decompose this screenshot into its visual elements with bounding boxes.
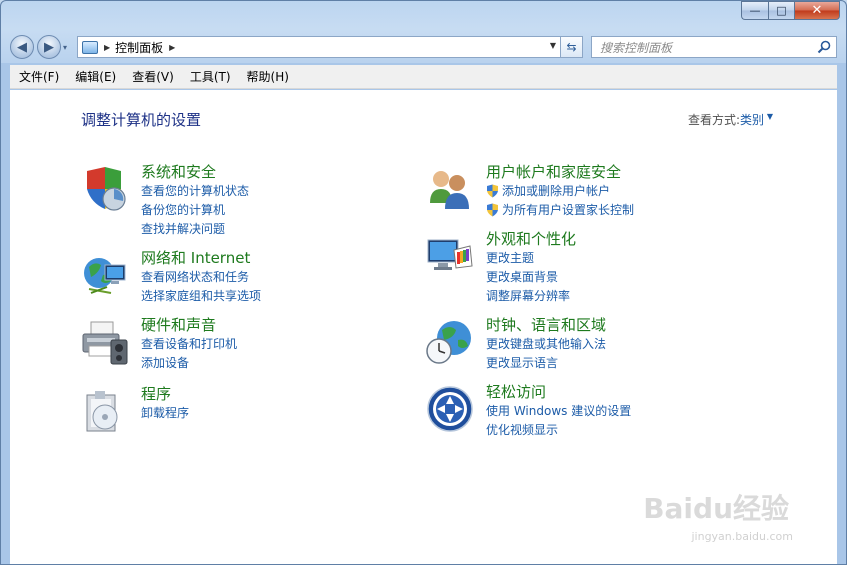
breadcrumb-control-panel[interactable]: 控制面板 — [115, 39, 163, 56]
clock-globe-icon[interactable] — [426, 318, 474, 366]
breadcrumb-separator[interactable]: ▶ — [104, 43, 110, 52]
link-adjust-resolution[interactable]: 调整屏幕分辨率 — [486, 287, 570, 306]
link-optimize-display[interactable]: 优化视频显示 — [486, 421, 631, 440]
search-icon[interactable] — [817, 40, 831, 54]
uac-shield-icon — [487, 203, 498, 217]
link-backup-computer[interactable]: 备份您的计算机 — [141, 201, 249, 220]
page-title: 调整计算机的设置 — [81, 111, 202, 129]
category-links: 更改键盘或其他输入法 更改显示语言 — [486, 335, 606, 373]
menu-file[interactable]: 文件(F) — [11, 68, 67, 85]
network-globe-icon[interactable] — [81, 251, 129, 299]
category-title[interactable]: 轻松访问 — [486, 381, 546, 402]
monitor-palette-icon[interactable] — [426, 232, 474, 280]
category-title[interactable]: 用户帐户和家庭安全 — [486, 161, 621, 182]
link-homegroup-sharing[interactable]: 选择家庭组和共享选项 — [141, 287, 261, 306]
link-view-computer-status[interactable]: 查看您的计算机状态 — [141, 182, 249, 201]
category-links: 查看设备和打印机 添加设备 — [141, 335, 237, 373]
back-button[interactable]: ◀ — [10, 35, 34, 59]
category-title[interactable]: 外观和个性化 — [486, 228, 576, 249]
link-text[interactable]: 为所有用户设置家长控制 — [502, 203, 634, 217]
uac-shield-icon — [487, 184, 498, 198]
link-change-display-language[interactable]: 更改显示语言 — [486, 354, 606, 373]
view-by-dropdown[interactable]: 类别 — [740, 111, 764, 128]
address-bar[interactable]: ▶ 控制面板 ▶ ▼ — [77, 36, 561, 58]
printer-icon[interactable] — [81, 318, 129, 366]
view-by-arrow-icon[interactable]: ▼ — [767, 112, 773, 121]
address-dropdown-icon[interactable]: ▼ — [550, 41, 556, 50]
link-change-keyboard[interactable]: 更改键盘或其他输入法 — [486, 335, 606, 354]
link-view-devices-printers[interactable]: 查看设备和打印机 — [141, 335, 237, 354]
refresh-button[interactable]: ⇆ — [561, 36, 583, 58]
forward-button[interactable]: ▶ — [37, 35, 61, 59]
link-add-remove-accounts[interactable]: 添加或删除用户帐户 — [486, 182, 634, 201]
link-parental-controls[interactable]: 为所有用户设置家长控制 — [486, 201, 634, 220]
menu-bar: 文件(F) 编辑(E) 查看(V) 工具(T) 帮助(H) — [10, 65, 837, 89]
category-links: 更改主题 更改桌面背景 调整屏幕分辨率 — [486, 249, 570, 306]
breadcrumb-separator[interactable]: ▶ — [169, 43, 175, 52]
link-text[interactable]: 添加或删除用户帐户 — [502, 184, 610, 198]
minimize-button[interactable]: — — [741, 1, 768, 20]
link-view-network-status[interactable]: 查看网络状态和任务 — [141, 268, 261, 287]
menu-view[interactable]: 查看(V) — [124, 68, 182, 85]
maximize-button[interactable]: □ — [768, 1, 794, 20]
category-title[interactable]: 时钟、语言和区域 — [486, 314, 606, 335]
recent-pages-dropdown[interactable]: ▾ — [63, 43, 73, 52]
link-find-fix-problems[interactable]: 查找并解决问题 — [141, 220, 249, 239]
category-links: 查看网络状态和任务 选择家庭组和共享选项 — [141, 268, 261, 306]
category-links: 卸载程序 — [141, 404, 189, 423]
watermark-url: jingyan.baidu.com — [691, 530, 793, 543]
caption-buttons: — □ ✕ — [741, 1, 840, 21]
control-panel-window: — □ ✕ ◀ ▶ ▾ ▶ 控制面板 ▶ ▼ ⇆ 搜索控制面板 文件(F) 编辑… — [0, 0, 847, 565]
category-title[interactable]: 硬件和声音 — [141, 314, 216, 335]
link-add-device[interactable]: 添加设备 — [141, 354, 237, 373]
link-recommended-settings[interactable]: 使用 Windows 建议的设置 — [486, 402, 631, 421]
category-links: 使用 Windows 建议的设置 优化视频显示 — [486, 402, 631, 440]
category-links: 添加或删除用户帐户 为所有用户设置家长控制 — [486, 182, 634, 220]
content-area: 调整计算机的设置 查看方式: 类别 ▼ 系统和安全 查看您的计算机状态 备份您的… — [10, 90, 837, 564]
close-button[interactable]: ✕ — [794, 1, 840, 20]
users-icon[interactable] — [426, 165, 474, 213]
category-title[interactable]: 程序 — [141, 383, 171, 404]
search-placeholder: 搜索控制面板 — [600, 40, 673, 55]
search-input[interactable]: 搜索控制面板 — [591, 36, 837, 58]
shield-icon[interactable] — [81, 165, 129, 213]
category-title[interactable]: 网络和 Internet — [141, 247, 250, 268]
watermark-logo: Baidu经验 — [643, 492, 789, 525]
category-links: 查看您的计算机状态 备份您的计算机 查找并解决问题 — [141, 182, 249, 239]
menu-help[interactable]: 帮助(H) — [239, 68, 297, 85]
control-panel-icon — [82, 40, 98, 54]
link-uninstall-program[interactable]: 卸载程序 — [141, 404, 189, 423]
menu-edit[interactable]: 编辑(E) — [67, 68, 124, 85]
programs-box-icon[interactable] — [81, 387, 129, 435]
ease-access-icon[interactable] — [426, 385, 474, 433]
link-change-theme[interactable]: 更改主题 — [486, 249, 570, 268]
category-title[interactable]: 系统和安全 — [141, 161, 216, 182]
link-change-background[interactable]: 更改桌面背景 — [486, 268, 570, 287]
menu-tools[interactable]: 工具(T) — [182, 68, 239, 85]
view-by-label: 查看方式: — [687, 113, 740, 127]
navigation-bar: ◀ ▶ ▾ ▶ 控制面板 ▶ ▼ ⇆ 搜索控制面板 — [10, 33, 837, 61]
